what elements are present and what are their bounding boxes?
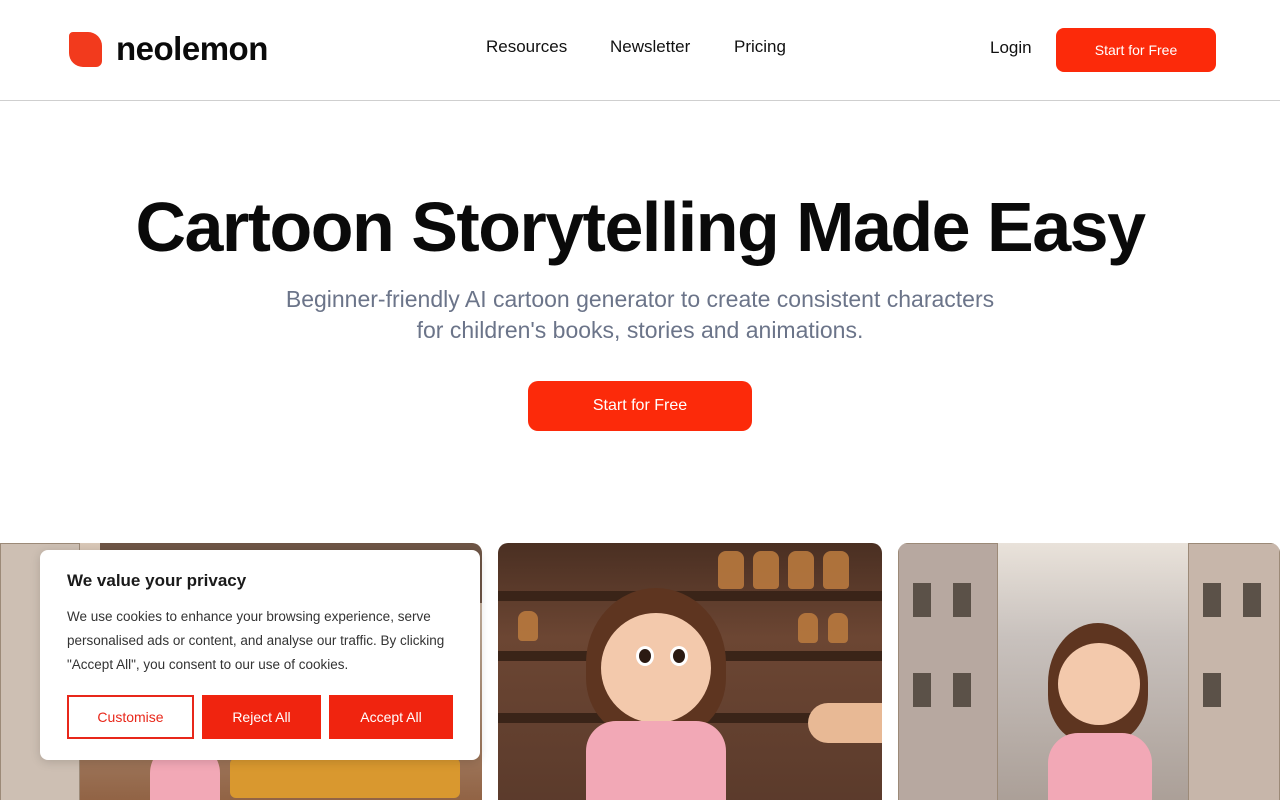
site-header: neolemon Resources Newsletter Pricing Lo… — [0, 0, 1280, 101]
header-start-free-button[interactable]: Start for Free — [1056, 28, 1216, 72]
nav-item-newsletter[interactable]: Newsletter — [610, 36, 690, 58]
nav-item-resources[interactable]: Resources — [486, 36, 567, 58]
login-link[interactable]: Login — [990, 37, 1032, 59]
cookie-title: We value your privacy — [67, 571, 247, 590]
cookie-text: We use cookies to enhance your browsing … — [67, 609, 445, 672]
lemon-logo-icon — [69, 31, 102, 67]
accept-all-button[interactable]: Accept All — [329, 695, 453, 739]
gallery-image-girl-at-shop-counter — [498, 543, 882, 800]
brand-name: neolemon — [116, 30, 268, 67]
hero-subtitle-line1: Beginner-friendly AI cartoon generator t… — [285, 286, 995, 312]
hero-subtitle: Beginner-friendly AI cartoon generator t… — [240, 284, 1040, 346]
gallery-image-girl-eating-pastry-street — [898, 543, 1280, 800]
hero-title: Cartoon Storytelling Made Easy — [135, 188, 1146, 266]
logo[interactable]: neolemon — [69, 31, 268, 67]
cookie-consent-banner: We value your privacy We use cookies to … — [40, 550, 480, 760]
hero-start-free-button[interactable]: Start for Free — [528, 381, 752, 431]
reject-all-button[interactable]: Reject All — [202, 695, 321, 739]
customise-button[interactable]: Customise — [67, 695, 194, 739]
hero-subtitle-line2: for children's books, stories and animat… — [416, 317, 864, 343]
nav-item-pricing[interactable]: Pricing — [734, 36, 786, 58]
